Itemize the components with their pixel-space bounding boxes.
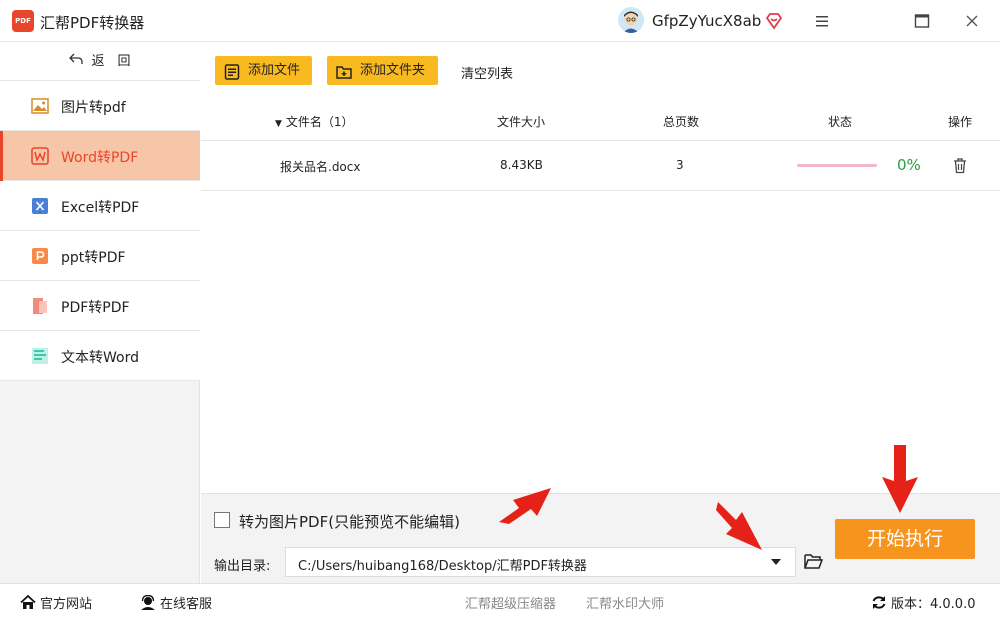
open-folder-icon[interactable]	[804, 553, 824, 570]
add-folder-button[interactable]: 添加文件夹	[327, 56, 438, 85]
username[interactable]: GfpZyYucX8ab	[652, 12, 761, 30]
file-name: 报关品名.docx	[280, 160, 361, 174]
to-image-pdf-checkbox[interactable]	[214, 512, 230, 528]
version-info[interactable]: 版本：4.0.0.0	[871, 593, 975, 612]
sidebar-item-ppt-to-pdf[interactable]: ppt转PDF	[0, 231, 200, 281]
file-table-body: 报关品名.docx 8.43KB 3 0%	[201, 141, 1000, 493]
sidebar: 返 回 图片转pdf Word转PDF Excel转PDF ppt转PDF PD…	[0, 42, 200, 583]
column-header-ops: 操作	[948, 115, 973, 129]
app-logo-icon: PDF	[12, 10, 34, 32]
sidebar-item-pdf-to-pdf[interactable]: PDF转PDF	[0, 281, 200, 331]
nav-list: 图片转pdf Word转PDF Excel转PDF ppt转PDF PDF转PD…	[0, 81, 200, 381]
home-icon	[20, 594, 36, 610]
online-service-link[interactable]: 在线客服	[140, 593, 212, 612]
sidebar-item-label: Excel转PDF	[61, 200, 140, 216]
table-row[interactable]: 报关品名.docx 8.43KB 3 0%	[201, 141, 1000, 191]
add-folder-label: 添加文件夹	[360, 63, 426, 78]
file-pages: 3	[676, 158, 684, 172]
sidebar-item-label: Word转PDF	[61, 150, 139, 166]
sidebar-item-image-to-pdf[interactable]: 图片转pdf	[0, 81, 200, 131]
pdf-icon	[31, 297, 49, 315]
file-size: 8.43KB	[500, 158, 543, 172]
vip-diamond-icon[interactable]	[765, 12, 783, 30]
add-file-label: 添加文件	[248, 63, 301, 78]
watermark-link[interactable]: 汇帮水印大师	[586, 593, 664, 612]
column-header-name[interactable]: ▼ 文件名（1）	[275, 113, 354, 130]
menu-icon[interactable]	[808, 8, 836, 34]
add-file-button[interactable]: 添加文件	[215, 56, 312, 85]
sidebar-item-word-to-pdf[interactable]: Word转PDF	[0, 131, 200, 181]
sidebar-item-text-to-word[interactable]: 文本转Word	[0, 331, 200, 381]
text-icon	[31, 347, 49, 365]
progress-percent: 0%	[897, 156, 921, 174]
to-image-pdf-label[interactable]: 转为图片PDF(只能预览不能编辑)	[239, 511, 460, 532]
annotation-arrow-icon	[497, 482, 553, 528]
customer-service-icon	[140, 594, 156, 610]
online-service-label: 在线客服	[160, 597, 213, 612]
back-arrow-icon	[69, 42, 84, 81]
compressor-link[interactable]: 汇帮超级压缩器	[465, 593, 556, 612]
app-title: 汇帮PDF转换器	[40, 14, 145, 32]
image-icon	[31, 97, 49, 115]
sort-down-icon: ▼	[275, 119, 282, 129]
output-dir-value: C:/Users/huibang168/Desktop/汇帮PDF转换器	[298, 559, 587, 574]
version-label: 版本：4.0.0.0	[891, 597, 976, 612]
annotation-arrow-icon	[716, 500, 766, 556]
close-icon[interactable]	[958, 8, 986, 34]
back-label: 返 回	[91, 54, 131, 69]
toolbar: 添加文件 添加文件夹 清空列表	[201, 42, 1000, 99]
folder-add-icon	[336, 62, 352, 79]
delete-icon[interactable]	[952, 157, 968, 174]
sidebar-item-label: PDF转PDF	[61, 300, 130, 316]
back-button[interactable]: 返 回	[0, 42, 200, 81]
sidebar-item-label: 图片转pdf	[61, 100, 126, 116]
sidebar-item-excel-to-pdf[interactable]: Excel转PDF	[0, 181, 200, 231]
file-table-header: ▼ 文件名（1） 文件大小 总页数 状态 操作	[201, 99, 1000, 141]
progress-bar	[797, 164, 877, 167]
maximize-icon[interactable]	[908, 8, 936, 34]
chevron-down-icon[interactable]	[771, 559, 781, 565]
column-header-name-label: 文件名（1）	[285, 115, 354, 129]
annotation-arrow-icon	[880, 443, 920, 519]
sidebar-item-label: 文本转Word	[61, 350, 139, 366]
avatar[interactable]	[618, 7, 644, 33]
output-dir-label: 输出目录:	[214, 559, 271, 574]
title-bar: PDF 汇帮PDF转换器 GfpZyYucX8ab	[0, 0, 1000, 42]
start-button[interactable]: 开始执行	[835, 519, 975, 559]
refresh-icon	[871, 595, 887, 610]
official-site-label: 官方网站	[40, 597, 93, 612]
official-site-link[interactable]: 官方网站	[20, 593, 92, 612]
excel-icon	[31, 197, 49, 215]
ppt-icon	[31, 247, 49, 265]
status-bar: 官方网站 在线客服 汇帮超级压缩器 汇帮水印大师 版本：4.0.0.0	[0, 583, 1000, 617]
column-header-size: 文件大小	[497, 115, 546, 129]
file-list-icon	[224, 62, 240, 80]
word-icon	[31, 147, 49, 165]
column-header-status: 状态	[828, 115, 853, 129]
column-header-pages: 总页数	[663, 115, 700, 129]
sidebar-item-label: ppt转PDF	[61, 250, 126, 266]
clear-list-button[interactable]: 清空列表	[461, 63, 513, 82]
